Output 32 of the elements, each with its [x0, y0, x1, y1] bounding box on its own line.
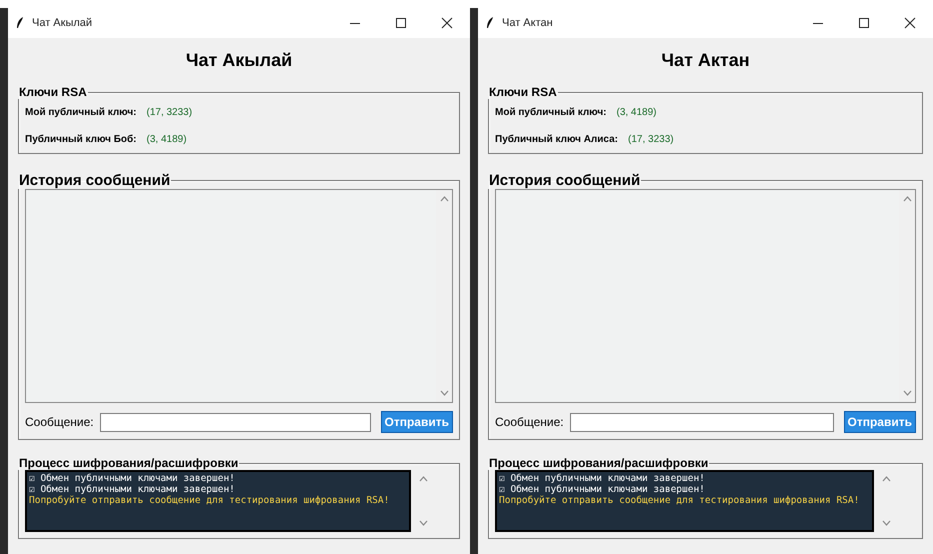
log-line: ☑ Обмен публичными ключами завершен! [499, 484, 705, 495]
feather-icon [16, 17, 24, 29]
group-title: История сообщений [488, 172, 642, 189]
message-label: Сообщение: [495, 415, 564, 429]
key-label: Публичный ключ Боб: [25, 134, 137, 145]
log-line: ☑ Обмен публичными ключами завершен! [499, 473, 705, 484]
group-title: Процесс шифрования/расшифровки [18, 456, 240, 470]
key-value: (17, 3233) [146, 107, 192, 118]
log-line: ☑ Обмен публичными ключами завершен! [29, 473, 235, 484]
message-input[interactable] [100, 412, 371, 432]
feather-icon [486, 17, 494, 29]
key-label: Мой публичный ключ: [495, 107, 606, 118]
chat-heading: Чат Актан [660, 50, 751, 71]
group-title: Процесс шифрования/расшифровки [488, 456, 710, 470]
key-label: Мой публичный ключ: [25, 107, 136, 118]
log-line: Попробуйте отправить сообщение для тестирования шифрования RSA! [29, 495, 390, 506]
group-title: История сообщений [18, 172, 172, 189]
key-value: (17, 3233) [628, 134, 674, 145]
message-label: Сообщение: [25, 415, 94, 429]
message-input[interactable] [570, 412, 834, 432]
key-value: (3, 4189) [616, 107, 657, 118]
log-line: Попробуйте отправить сообщение для тестирования шифрования RSA! [499, 495, 860, 506]
window-title: Чат Актан [502, 17, 554, 29]
chat-heading: Чат Акылай [184, 50, 294, 71]
send-button[interactable]: Отправить [380, 411, 453, 433]
send-button[interactable]: Отправить [844, 411, 916, 433]
group-title: Ключи RSA [18, 85, 88, 99]
key-value: (3, 4189) [146, 134, 187, 145]
log-line: ☑ Обмен публичными ключами завершен! [29, 484, 235, 495]
group-title: Ключи RSA [488, 85, 558, 99]
window-title: Чат Акылай [32, 17, 94, 29]
key-label: Публичный ключ Алиса: [495, 134, 618, 145]
